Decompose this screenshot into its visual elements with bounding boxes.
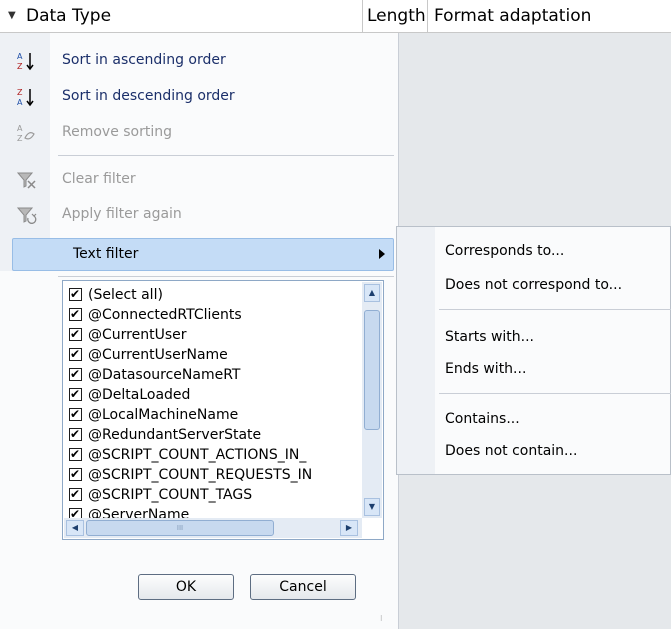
dropdown-arrow-icon[interactable]: ▼ [8,0,16,32]
list-item-label: @LocalMachineName [88,407,239,423]
menu-separator [58,276,394,277]
checkbox[interactable] [69,445,82,463]
list-item-label: @DatasourceNameRT [88,367,241,383]
horizontal-scrollbar[interactable]: ◀ III ▶ [64,518,362,538]
list-item[interactable]: @DeltaLoaded [69,385,190,405]
column-header-data-type[interactable]: Data Type [26,0,111,32]
svg-text:A: A [17,98,23,107]
menu-item-text-filter[interactable]: Text filter [12,238,394,271]
scroll-up-icon[interactable]: ▲ [364,284,380,302]
sort-descending-label: Sort in descending order [62,88,235,104]
resize-grip-icon[interactable]: ⁝ [380,614,383,623]
submenu-item-ends-with[interactable]: Ends with... [445,353,526,385]
list-item[interactable]: @CurrentUserName [69,345,228,365]
apply-filter-icon [14,204,38,226]
column-divider [362,0,363,32]
ok-button[interactable]: OK [138,574,234,600]
sort-ascending-label: Sort in ascending order [62,52,226,68]
list-item[interactable]: @CurrentUser [69,325,187,345]
menu-item-sort-descending[interactable]: Z A Sort in descending order [0,79,398,113]
remove-sort-icon: A Z [14,122,38,144]
menu-separator [58,155,394,156]
checkbox[interactable] [69,385,82,403]
vertical-scroll-thumb[interactable] [364,310,380,430]
cancel-button[interactable]: Cancel [250,574,356,600]
list-item-label: (Select all) [88,287,163,303]
list-item[interactable]: @SCRIPT_COUNT_REQUESTS_IN [69,465,312,485]
submenu-item-starts-with[interactable]: Starts with... [445,321,534,353]
submenu-separator [439,309,671,310]
svg-text:Z: Z [17,88,23,97]
list-item[interactable]: @ServerName [69,505,189,519]
list-item[interactable]: (Select all) [69,285,163,305]
list-item-label: @SCRIPT_COUNT_TAGS [88,487,253,503]
checkbox[interactable] [69,345,82,363]
submenu-item-does-not-correspond-to[interactable]: Does not correspond to... [445,269,622,301]
horizontal-scroll-thumb[interactable]: III [86,520,274,536]
list-item-label: @SCRIPT_COUNT_REQUESTS_IN [88,467,313,483]
checkbox[interactable] [69,405,82,423]
checkbox[interactable] [69,325,82,343]
menu-item-sort-ascending[interactable]: A Z Sort in ascending order [0,43,398,77]
svg-text:Z: Z [17,62,23,71]
list-item-label: @CurrentUser [88,327,187,343]
checkbox[interactable] [69,285,82,303]
filter-value-list[interactable]: (Select all) @ConnectedRTClients @Curren… [62,280,384,540]
remove-sorting-label: Remove sorting [62,124,173,140]
column-divider [427,0,428,32]
filter-menu: A Z Sort in ascending order Z A Sort in … [0,33,399,629]
list-item[interactable]: @LocalMachineName [69,405,238,425]
sort-ascending-icon: A Z [14,50,38,72]
list-item-label: @ConnectedRTClients [88,307,242,323]
list-item[interactable]: @ConnectedRTClients [69,305,242,325]
list-item[interactable]: @RedundantServerState [69,425,261,445]
menu-item-apply-filter-again[interactable]: Apply filter again [0,197,398,231]
list-item[interactable]: @SCRIPT_COUNT_TAGS [69,485,252,505]
scroll-left-icon[interactable]: ◀ [66,520,84,536]
checkbox[interactable] [69,465,82,483]
apply-filter-again-label: Apply filter again [62,206,182,222]
list-item[interactable]: @SCRIPT_COUNT_ACTIONS_IN_ [69,445,306,465]
scroll-right-icon[interactable]: ▶ [340,520,358,536]
list-item-label: @SCRIPT_COUNT_ACTIONS_IN_ [88,447,307,463]
submenu-item-corresponds-to[interactable]: Corresponds to... [445,235,564,267]
list-item-label: @RedundantServerState [88,427,262,443]
menu-item-clear-filter[interactable]: Clear filter [0,162,398,196]
submenu-item-contains[interactable]: Contains... [445,403,520,435]
column-header-format-adaptation[interactable]: Format adaptation [434,0,591,32]
list-item-label: @CurrentUserName [88,347,228,363]
submenu-icon-strip [397,227,435,474]
checkbox[interactable] [69,425,82,443]
vertical-scrollbar[interactable]: ▲ ▼ [362,282,382,518]
column-header-row: ▼ Data Type Length Format adaptation [0,0,671,33]
list-item[interactable]: @DatasourceNameRT [69,365,240,385]
clear-filter-icon [14,169,38,191]
clear-filter-label: Clear filter [62,171,136,187]
svg-text:Z: Z [17,134,23,143]
list-item-label: @DeltaLoaded [88,387,191,403]
checkbox[interactable] [69,485,82,503]
submenu-separator [439,393,671,394]
svg-text:A: A [17,124,23,133]
sort-descending-icon: Z A [14,86,38,108]
menu-item-remove-sorting[interactable]: A Z Remove sorting [0,115,398,149]
submenu-arrow-icon [379,249,385,259]
text-filter-submenu: Corresponds to... Does not correspond to… [396,226,671,475]
checkbox[interactable] [69,365,82,383]
column-header-length[interactable]: Length [367,0,426,32]
text-filter-label: Text filter [73,246,139,262]
submenu-item-does-not-contain[interactable]: Does not contain... [445,435,577,467]
checkbox[interactable] [69,305,82,323]
svg-text:A: A [17,52,23,61]
scroll-down-icon[interactable]: ▼ [364,498,380,516]
